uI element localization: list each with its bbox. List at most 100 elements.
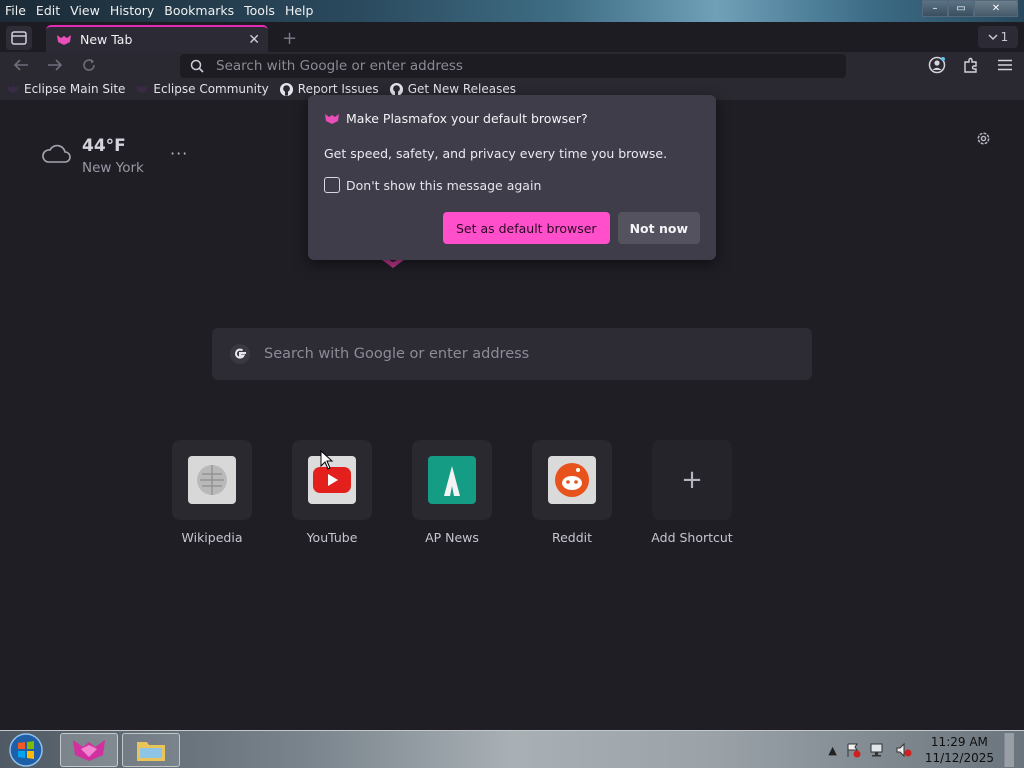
- tab-title: New Tab: [80, 32, 133, 47]
- dont-show-checkbox-row[interactable]: Don't show this message again: [324, 177, 700, 193]
- cloud-icon: [42, 144, 71, 163]
- shortcut-add[interactable]: + Add Shortcut: [651, 440, 733, 545]
- shortcut-tile[interactable]: +: [652, 440, 732, 520]
- dialog-message: Get speed, safety, and privacy every tim…: [324, 146, 668, 161]
- shortcut-label: AP News: [425, 530, 479, 545]
- forward-arrow-icon: [48, 59, 63, 71]
- plasmafox-icon: [73, 740, 105, 761]
- plasmafox-icon: [7, 84, 19, 94]
- clock-date: 11/12/2025: [924, 751, 994, 765]
- tab-count: 1: [1000, 30, 1009, 44]
- shortcut-tile[interactable]: [412, 440, 492, 520]
- tab-new-tab[interactable]: New Tab ✕: [46, 25, 268, 52]
- bookmark-eclipse-community[interactable]: Eclipse Community: [135, 82, 269, 96]
- plus-icon: +: [681, 465, 703, 495]
- reddit-icon: [548, 456, 596, 504]
- shortcut-label: Add Shortcut: [651, 530, 733, 545]
- taskbar-file-explorer[interactable]: [122, 733, 180, 767]
- dialog-header: Make Plasmafox your default browser?: [324, 111, 700, 126]
- dialog-title: Make Plasmafox your default browser?: [346, 111, 588, 126]
- tab-close-icon[interactable]: ✕: [248, 32, 260, 48]
- back-arrow-icon: [13, 59, 28, 71]
- account-button[interactable]: [926, 55, 948, 75]
- navigation-bar: Search with Google or enter address: [0, 52, 1024, 78]
- url-bar[interactable]: Search with Google or enter address: [180, 54, 846, 78]
- windows-start-icon: [9, 733, 43, 767]
- chevron-down-icon: [988, 34, 998, 41]
- tab-list-button[interactable]: 1: [978, 26, 1018, 48]
- title-bar: File Edit View History Bookmarks Tools H…: [0, 0, 1024, 22]
- default-browser-dialog: Make Plasmafox your default browser? Get…: [308, 95, 716, 260]
- menu-edit[interactable]: Edit: [31, 1, 65, 21]
- plasmafox-icon: [136, 84, 149, 94]
- weather-city: New York: [82, 160, 144, 176]
- search-icon: [190, 59, 204, 73]
- hamburger-menu-icon: [998, 59, 1012, 71]
- extensions-button[interactable]: [960, 55, 982, 75]
- maximize-button[interactable]: ▭: [948, 0, 974, 17]
- toolbar-right: [926, 55, 1016, 75]
- gear-icon: [977, 132, 990, 145]
- mouse-cursor-icon: [320, 450, 334, 470]
- menu-bookmarks[interactable]: Bookmarks: [159, 1, 239, 21]
- not-now-button[interactable]: Not now: [617, 212, 700, 244]
- dont-show-checkbox[interactable]: [324, 177, 340, 193]
- weather-widget[interactable]: 44°F New York: [40, 136, 144, 176]
- menu-tools[interactable]: Tools: [239, 1, 280, 21]
- bookmark-label: Get New Releases: [407, 82, 517, 96]
- google-icon: [230, 344, 250, 364]
- customize-button[interactable]: [975, 130, 992, 150]
- shortcut-tile[interactable]: [172, 440, 252, 520]
- dont-show-label[interactable]: Don't show this message again: [346, 178, 541, 193]
- menu-file[interactable]: File: [0, 1, 31, 21]
- shortcut-reddit[interactable]: Reddit: [532, 440, 612, 545]
- tab-overview-button[interactable]: [6, 26, 32, 50]
- action-center-flag-icon[interactable]: [845, 742, 861, 758]
- close-window-button[interactable]: ✕: [974, 0, 1018, 17]
- weather-more-button[interactable]: ···: [170, 144, 188, 163]
- system-tray: ▲ 11:29 AM 11/12/2025: [820, 733, 1014, 767]
- bookmark-label: Report Issues: [297, 82, 379, 96]
- bookmark-label: Eclipse Main Site: [24, 82, 126, 96]
- top-sites: Wikipedia YouTube AP News Reddit + Add S…: [172, 440, 733, 545]
- google-search-box[interactable]: Search with Google or enter address: [212, 328, 812, 380]
- clock-time: 11:29 AM: [930, 735, 988, 749]
- network-icon[interactable]: [869, 742, 887, 758]
- new-tab-button[interactable]: +: [282, 28, 297, 49]
- reload-button[interactable]: [78, 55, 100, 75]
- window-controls: – ▭ ✕: [922, 0, 1018, 17]
- start-button[interactable]: [6, 732, 46, 768]
- bookmark-eclipse-main-site[interactable]: Eclipse Main Site: [6, 82, 125, 96]
- menu-help[interactable]: Help: [280, 1, 319, 21]
- taskbar-plasmafox[interactable]: [60, 733, 118, 767]
- reload-icon: [83, 59, 95, 71]
- volume-muted-icon[interactable]: [895, 742, 913, 758]
- tab-strip: New Tab ✕ + 1: [0, 22, 1024, 52]
- puzzle-icon: [964, 57, 977, 73]
- taskbar: ▲ 11:29 AM 11/12/2025: [0, 730, 1024, 768]
- set-default-browser-button[interactable]: Set as default browser: [442, 212, 610, 244]
- tab-overview-icon: [11, 31, 27, 45]
- wikipedia-icon: [188, 456, 236, 504]
- menu-history[interactable]: History: [105, 1, 159, 21]
- forward-button[interactable]: [44, 55, 66, 75]
- shortcut-wikipedia[interactable]: Wikipedia: [172, 440, 252, 545]
- bookmark-label: Eclipse Community: [153, 82, 269, 96]
- github-icon: [279, 82, 293, 96]
- shortcut-ap-news[interactable]: AP News: [412, 440, 492, 545]
- show-desktop-button[interactable]: [1004, 733, 1014, 767]
- back-button[interactable]: [10, 55, 32, 75]
- app-menu-button[interactable]: [994, 55, 1016, 75]
- minimize-button[interactable]: –: [922, 0, 948, 17]
- shortcut-label: YouTube: [306, 530, 358, 545]
- clock[interactable]: 11:29 AM 11/12/2025: [925, 734, 994, 766]
- search-placeholder: Search with Google or enter address: [264, 346, 530, 362]
- folder-icon: [137, 742, 165, 761]
- plasmafox-icon: [325, 113, 339, 124]
- url-bar-placeholder: Search with Google or enter address: [216, 58, 463, 74]
- menu-view[interactable]: View: [65, 1, 105, 21]
- shortcut-tile[interactable]: [532, 440, 612, 520]
- shortcut-label: Wikipedia: [181, 530, 243, 545]
- account-icon: [928, 56, 946, 74]
- show-hidden-icons-icon[interactable]: ▲: [828, 744, 836, 757]
